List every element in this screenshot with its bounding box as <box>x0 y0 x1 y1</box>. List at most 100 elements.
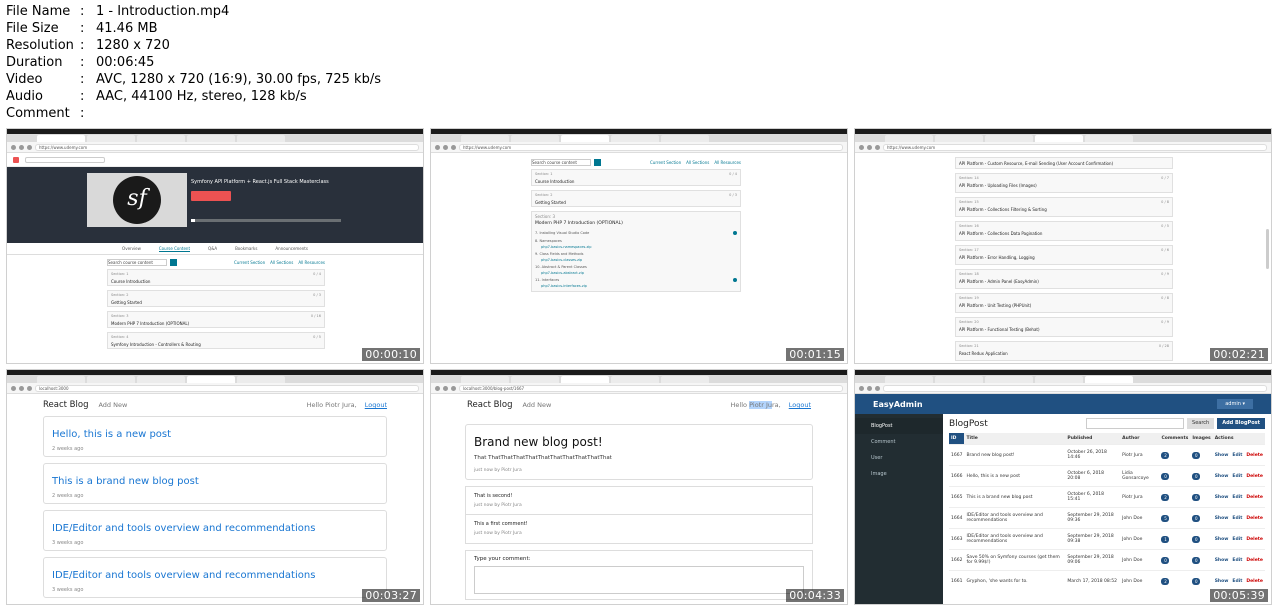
search-icon <box>170 259 177 266</box>
comment-item: That is second! just now by Piotr Jura <box>465 486 813 515</box>
post-card: Hello, this is a new post 2 weeks ago <box>43 416 387 457</box>
admin-topbar: EasyAdmin admin ▾ <box>855 394 1271 414</box>
lecture-item: 7. Installing Visual Studio Code <box>535 229 737 237</box>
edit-link: Edit <box>1232 494 1243 500</box>
page-title: BlogPost <box>949 418 988 429</box>
address-bar: https://www.udemy.com <box>855 142 1271 153</box>
section-item: Section: 15 API Platform - Collections Fi… <box>955 197 1173 217</box>
resource-link: php7-basics-interfaces.zip <box>541 284 587 288</box>
course-content: Search course content Current Section All… <box>431 153 741 292</box>
url-text: https://www.udemy.com <box>35 143 419 151</box>
meta-key: Resolution <box>6 38 74 53</box>
meta-value: AAC, 44100 Hz, stereo, 128 kb/s <box>96 89 307 104</box>
logout-link: Logout <box>364 401 387 409</box>
show-link: Show <box>1214 536 1229 542</box>
post-meta: 2 weeks ago <box>52 446 84 452</box>
thumbnail-udemy-sections-list: https://www.udemy.com API Platform - Cus… <box>854 128 1272 364</box>
section-item: Section: 18 API Platform - Admin Panel (E… <box>955 269 1173 289</box>
timestamp: 00:01:15 <box>786 348 844 361</box>
link-all-resources: All Resources <box>714 160 741 165</box>
comment-form: Type your comment: <box>465 550 813 600</box>
images-badge: 0 <box>1192 493 1201 501</box>
url-text: localhost:3000/blog-post/1667 <box>459 384 843 392</box>
meta-row: File Size:41.46 MB <box>6 21 158 36</box>
post-detail: Brand new blog post! That ThatThatThatTh… <box>465 424 813 480</box>
lecture-item: 10. Abstract & Parent Classes <box>535 265 587 269</box>
thumbnail-react-blog-list: localhost:3000 React Blog Add New Hello … <box>6 369 424 605</box>
tab-course-content: Course Content <box>158 245 191 252</box>
meta-key: Video <box>6 72 43 87</box>
thumbnail-easyadmin: EasyAdmin admin ▾ BlogPost Comment User … <box>854 369 1272 605</box>
post-title: IDE/Editor and tools overview and recomm… <box>52 523 316 534</box>
comments-badge: 2 <box>1161 577 1170 585</box>
images-badge: 0 <box>1192 556 1201 564</box>
section-item: Section: 21 React Redux Application 0 / 28 <box>955 341 1173 361</box>
sidebar-item-image: Image <box>871 471 887 477</box>
delete-link: Delete <box>1246 557 1263 563</box>
table-row: 1664 IDE/Editor and tools overview and re… <box>949 507 1265 529</box>
search-icon <box>594 159 601 166</box>
section-item: Section: 4 Symfony Introduction - Control… <box>107 332 325 349</box>
course-image: sf <box>87 173 187 227</box>
tab-announcements: Announcements <box>275 246 308 251</box>
images-badge: 0 <box>1192 535 1201 543</box>
post-title: IDE/Editor and tools overview and recomm… <box>52 570 316 581</box>
url-text: https://www.udemy.com <box>459 143 843 151</box>
search-course-input: Search course content <box>531 159 591 166</box>
meta-row: Comment: <box>6 106 85 121</box>
address-bar: https://www.udemy.com <box>431 142 847 153</box>
meta-key: Audio <box>6 89 43 104</box>
continue-button <box>191 191 231 201</box>
section-item: Section: 1 Course Introduction 0 / 4 <box>107 269 325 286</box>
timestamp: 00:00:10 <box>362 348 420 361</box>
comments-badge: 0 <box>1161 556 1170 564</box>
course-content: Search course content Current Section All… <box>7 255 325 349</box>
thumbnail-react-blog-post: localhost:3000/blog-post/1667 React Blog… <box>430 369 848 605</box>
edit-link: Edit <box>1232 578 1243 584</box>
post-meta: 3 weeks ago <box>52 540 84 546</box>
tab-bookmarks: Bookmarks <box>235 246 258 251</box>
blogpost-table: ID Title Published Author Comments Images Acti… <box>949 433 1265 592</box>
timestamp: 00:04:33 <box>786 589 844 602</box>
images-badge: 0 <box>1192 577 1201 585</box>
delete-link: Delete <box>1246 473 1263 479</box>
address-bar <box>855 383 1271 394</box>
udemy-search-box <box>25 156 105 163</box>
post-meta: 2 weeks ago <box>52 493 84 499</box>
comments-badge: 2 <box>1161 493 1170 501</box>
lecture-item: 11. Interfaces <box>535 276 737 284</box>
show-link: Show <box>1214 452 1229 458</box>
thumbnail-udemy-course-content: https://www.udemy.com Search course cont… <box>430 128 848 364</box>
comment-textarea <box>474 566 804 594</box>
comments-badge: 0 <box>1161 472 1170 480</box>
link-current-section: Current Section <box>233 260 266 265</box>
search-input <box>1086 418 1185 429</box>
blog-navbar: React Blog Add New Hello Piotr Jura, Logo… <box>7 394 423 416</box>
address-bar: localhost:3000/blog-post/1667 <box>431 383 847 394</box>
table-row: 1666 Hello, this is a new post October 6, … <box>949 465 1265 487</box>
post-meta: 3 weeks ago <box>52 587 84 593</box>
section-item: Section: 3 Modern PHP 7 Introduction (OPT… <box>107 311 325 328</box>
search-button: Search <box>1187 418 1215 429</box>
table-row: 1667 Brand new blog post! October 26, 2018… <box>949 444 1265 466</box>
admin-sidebar: BlogPost Comment User Image <box>855 414 943 604</box>
comments-badge: 2 <box>1161 451 1170 459</box>
images-badge: 0 <box>1192 514 1201 522</box>
admin-brand: EasyAdmin <box>873 399 923 409</box>
table-row: 1665 This is a brand new blog post October… <box>949 486 1265 508</box>
link-all-resources: All Resources <box>298 260 325 265</box>
url-text <box>883 384 1267 392</box>
add-blogpost-button: Add BlogPost <box>1217 418 1265 429</box>
timestamp: 00:05:39 <box>1210 589 1268 602</box>
images-badge: 0 <box>1192 451 1201 459</box>
edit-link: Edit <box>1232 557 1243 563</box>
udemy-logo-icon <box>13 156 19 163</box>
tab-overview: Overview <box>122 246 141 251</box>
section-item: Section: 16 API Platform - Collections Da… <box>955 221 1173 241</box>
meta-key: File Size <box>6 21 59 36</box>
search-course-input: Search course content <box>107 259 167 266</box>
edit-link: Edit <box>1232 515 1243 521</box>
timestamp: 00:02:21 <box>1210 348 1268 361</box>
images-badge: 0 <box>1192 472 1201 480</box>
show-link: Show <box>1214 473 1229 479</box>
